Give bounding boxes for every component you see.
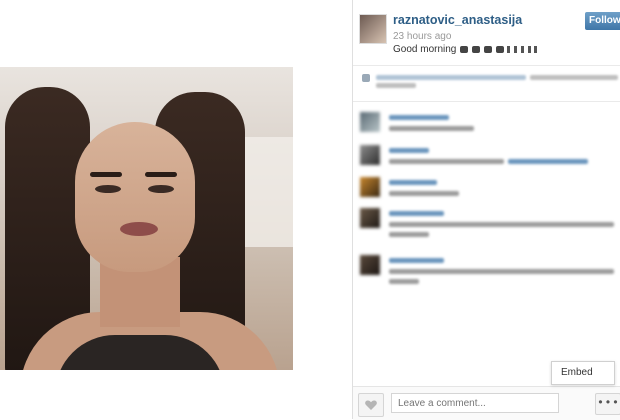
- music-note-icon: [527, 45, 531, 53]
- avatar[interactable]: [359, 14, 387, 44]
- comment-text-blurred: [389, 126, 474, 131]
- avatar[interactable]: [360, 177, 380, 197]
- clap-emoji-icon: [483, 45, 492, 53]
- clap-emoji-icon: [460, 45, 469, 53]
- embed-tooltip[interactable]: Embed: [551, 361, 615, 385]
- heart-icon: [362, 74, 370, 82]
- comment-mention-blurred[interactable]: [508, 159, 588, 164]
- clap-emoji-icon: [471, 45, 480, 53]
- music-note-icon: [507, 45, 511, 53]
- brow-left: [90, 172, 122, 177]
- music-note-icon: [534, 45, 538, 53]
- comment-item: [358, 255, 616, 287]
- comment-item: [358, 208, 616, 240]
- comment-input[interactable]: [391, 393, 559, 413]
- post-caption: Good morning: [393, 44, 538, 55]
- follow-button[interactable]: Follow: [585, 12, 620, 30]
- comment-item: [358, 177, 616, 209]
- avatar[interactable]: [360, 112, 380, 132]
- music-note-icon: [520, 45, 524, 53]
- comment-author-blurred[interactable]: [389, 180, 437, 185]
- likes-summary: [358, 73, 618, 88]
- avatar[interactable]: [360, 255, 380, 275]
- separator: [353, 101, 620, 102]
- separator: [353, 65, 620, 66]
- likes-extra-blurred-line2: [376, 83, 416, 88]
- comment-text-blurred: [389, 191, 459, 196]
- heart-icon: [365, 400, 377, 410]
- comment-text-blurred-line2: [389, 279, 419, 284]
- post-timestamp: 23 hours ago: [393, 31, 452, 42]
- brow-right: [145, 172, 177, 177]
- comment-author-blurred[interactable]: [389, 148, 429, 153]
- avatar[interactable]: [360, 208, 380, 228]
- media-panel: [0, 0, 352, 419]
- caption-text: Good morning: [393, 44, 457, 55]
- flower-emoji-icon: [495, 45, 504, 53]
- video-player[interactable]: [0, 67, 293, 370]
- comment-text-blurred: [389, 269, 614, 274]
- comment-author-blurred[interactable]: [389, 258, 444, 263]
- eye-left: [95, 185, 121, 193]
- comment-author-blurred[interactable]: [389, 211, 444, 216]
- username-link[interactable]: raznatovic_anastasija: [393, 13, 522, 27]
- comment-item: [358, 145, 616, 177]
- likes-names-blurred: [376, 75, 526, 80]
- comment-author-blurred[interactable]: [389, 115, 449, 120]
- likes-extra-blurred: [530, 75, 618, 80]
- comment-item: [358, 112, 616, 144]
- like-button[interactable]: [358, 393, 384, 417]
- comment-text-blurred-line2: [389, 232, 429, 237]
- post-sidebar: raznatovic_anastasija Follow 23 hours ag…: [353, 0, 620, 420]
- comment-composer: • • •: [353, 386, 620, 420]
- eye-right: [148, 185, 174, 193]
- music-note-icon: [514, 45, 518, 53]
- face: [75, 122, 195, 272]
- comment-text-blurred: [389, 222, 614, 227]
- avatar[interactable]: [360, 145, 380, 165]
- more-options-button[interactable]: • • •: [595, 393, 620, 415]
- comment-text-blurred: [389, 159, 504, 164]
- mouth: [120, 222, 158, 236]
